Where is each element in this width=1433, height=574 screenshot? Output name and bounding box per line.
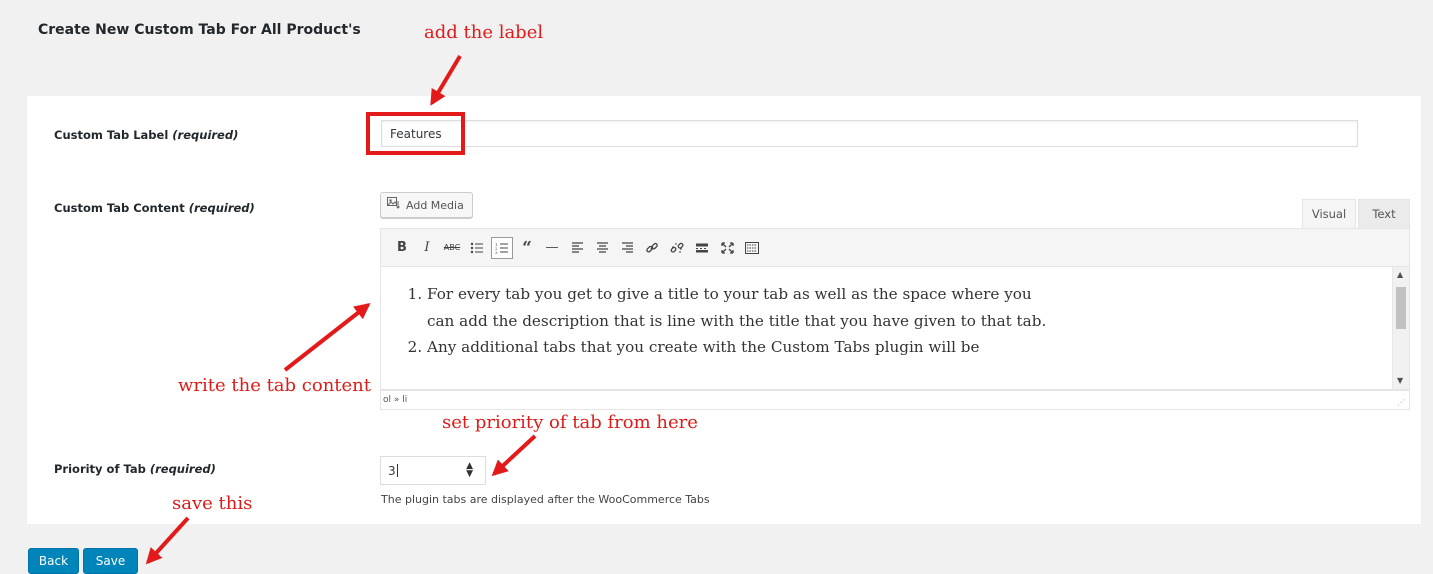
custom-tab-label-input[interactable]	[381, 120, 1358, 147]
list-item: For every tab you get to give a title to…	[427, 281, 1047, 334]
editor-scrollbar[interactable]: ▲ ▼	[1392, 267, 1409, 389]
priority-input[interactable]: 3 ▲ ▼	[380, 456, 486, 485]
media-icon	[387, 197, 401, 213]
field-label-text: Custom Tab Label	[54, 128, 169, 142]
priority-value: 3	[388, 463, 396, 478]
annotation-save-this: save this	[172, 493, 253, 514]
field-label-text: Custom Tab Content	[54, 201, 185, 215]
align-left-icon[interactable]	[566, 237, 588, 259]
strikethrough-icon[interactable]: ABC	[441, 237, 463, 259]
spinner-arrows-icon[interactable]: ▲ ▼	[466, 462, 473, 479]
editor-toolbar: B I ABC 123 “ —	[380, 228, 1410, 267]
unlink-icon[interactable]	[666, 237, 688, 259]
back-button[interactable]: Back	[28, 548, 79, 574]
italic-icon[interactable]: I	[416, 237, 438, 259]
annotation-write-content: write the tab content	[178, 375, 372, 396]
tab-visual[interactable]: Visual	[1302, 199, 1356, 228]
content-editor[interactable]: For every tab you get to give a title to…	[380, 267, 1410, 390]
numbered-list-icon[interactable]: 123	[491, 236, 513, 259]
custom-tab-label-title: Custom Tab Label (required)	[54, 128, 238, 142]
field-label-text: Priority of Tab	[54, 462, 146, 476]
toolbar-toggle-icon[interactable]	[741, 237, 763, 259]
required-note: (required)	[149, 462, 216, 476]
tab-text[interactable]: Text	[1358, 199, 1410, 228]
arrow-to-save	[145, 516, 190, 565]
content-list: For every tab you get to give a title to…	[381, 267, 1409, 361]
editor-status-bar: ol » li ⋰	[380, 390, 1410, 410]
annotation-add-label: add the label	[424, 22, 544, 43]
fullscreen-icon[interactable]	[716, 237, 738, 259]
add-media-label: Add Media	[406, 198, 464, 212]
label-highlight-box	[366, 112, 465, 155]
blockquote-icon[interactable]: “	[516, 237, 538, 259]
add-media-button[interactable]: Add Media	[380, 192, 473, 218]
annotation-set-priority: set priority of tab from here	[442, 412, 698, 433]
resize-handle-icon[interactable]: ⋰	[1397, 398, 1405, 407]
custom-tab-content-title: Custom Tab Content (required)	[54, 201, 255, 215]
priority-help-text: The plugin tabs are displayed after the …	[381, 493, 710, 506]
text-cursor	[396, 464, 398, 477]
required-note: (required)	[172, 128, 239, 142]
read-more-icon[interactable]	[691, 237, 713, 259]
horizontal-rule-icon[interactable]: —	[541, 237, 563, 259]
bold-icon[interactable]: B	[391, 237, 413, 259]
align-center-icon[interactable]	[591, 237, 613, 259]
scroll-thumb[interactable]	[1396, 287, 1406, 329]
link-icon[interactable]	[641, 237, 663, 259]
element-path: ol » li	[383, 395, 408, 405]
custom-tab-form: Custom Tab Label (required) Custom Tab C…	[27, 96, 1421, 524]
svg-text:3: 3	[495, 250, 498, 255]
align-right-icon[interactable]	[616, 237, 638, 259]
page-title: Create New Custom Tab For All Product's	[38, 22, 361, 38]
scroll-up-arrow-icon[interactable]: ▲	[1397, 270, 1403, 279]
list-item: Any additional tabs that you create with…	[427, 334, 1047, 361]
bullet-list-icon[interactable]	[466, 237, 488, 259]
scroll-down-arrow-icon[interactable]: ▼	[1397, 376, 1403, 385]
save-button[interactable]: Save	[83, 548, 138, 574]
priority-title: Priority of Tab (required)	[54, 462, 216, 476]
required-note: (required)	[188, 201, 255, 215]
